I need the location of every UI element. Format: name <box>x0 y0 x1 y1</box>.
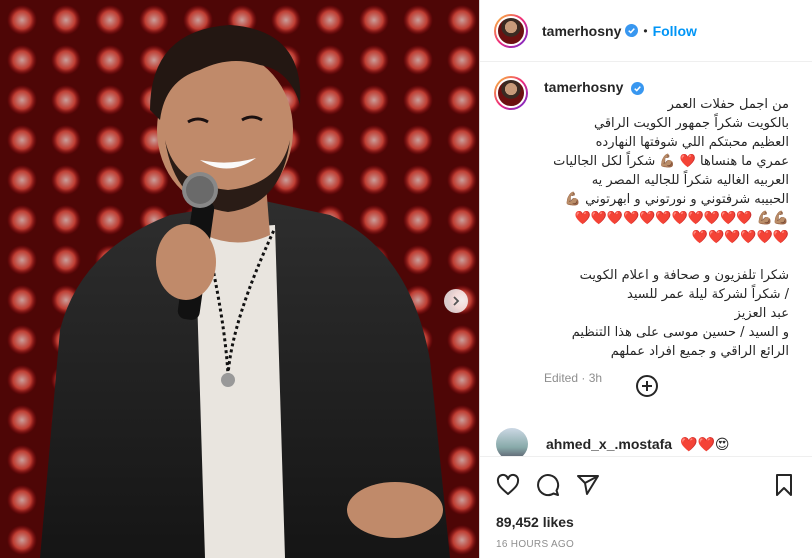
comments-area[interactable]: tamerhosny من اجمل حفلات العمر بالكويت ش… <box>480 62 812 456</box>
plus-circle-icon <box>642 381 652 391</box>
author-avatar[interactable] <box>494 13 528 48</box>
share-icon[interactable] <box>576 473 600 497</box>
follow-button[interactable]: Follow <box>653 23 697 39</box>
verified-badge-icon <box>631 82 644 95</box>
caption-text: من اجمل حفلات العمر بالكويت شكراً جمهور … <box>553 97 789 359</box>
comment-text: ❤️❤️😍 <box>680 435 730 452</box>
bookmark-icon[interactable] <box>772 473 796 497</box>
next-photo-button[interactable] <box>444 289 468 313</box>
caption: tamerhosny من اجمل حفلات العمر بالكويت ش… <box>480 62 812 385</box>
heart-icon[interactable] <box>496 473 520 497</box>
edited-label: Edited · 3h <box>544 371 603 385</box>
header-username[interactable]: tamerhosny <box>542 23 621 39</box>
action-bar <box>480 456 812 512</box>
comment-username[interactable]: ahmed_x_.mostafa <box>546 436 672 452</box>
comment-item: ahmed_x_.mostafa ❤️❤️😍 <box>496 428 730 456</box>
header-separator: • <box>643 23 648 38</box>
likes-count[interactable]: 89,452 likes <box>496 514 574 530</box>
post-photo[interactable] <box>0 0 479 558</box>
load-more-comments-button[interactable] <box>636 375 658 397</box>
chevron-right-icon <box>453 296 460 306</box>
verified-badge-icon <box>625 24 639 37</box>
post-header: tamerhosny • Follow <box>480 0 812 62</box>
comment-icon[interactable] <box>536 473 560 497</box>
post-side-panel: tamerhosny • Follow tamerhosny من اجمل ح… <box>479 0 812 558</box>
caption-username[interactable]: tamerhosny <box>544 79 794 95</box>
commenter-avatar[interactable] <box>496 428 528 456</box>
post-timestamp: 16 HOURS AGO <box>496 539 575 550</box>
performer-image <box>0 0 479 558</box>
caption-avatar[interactable] <box>494 76 528 110</box>
